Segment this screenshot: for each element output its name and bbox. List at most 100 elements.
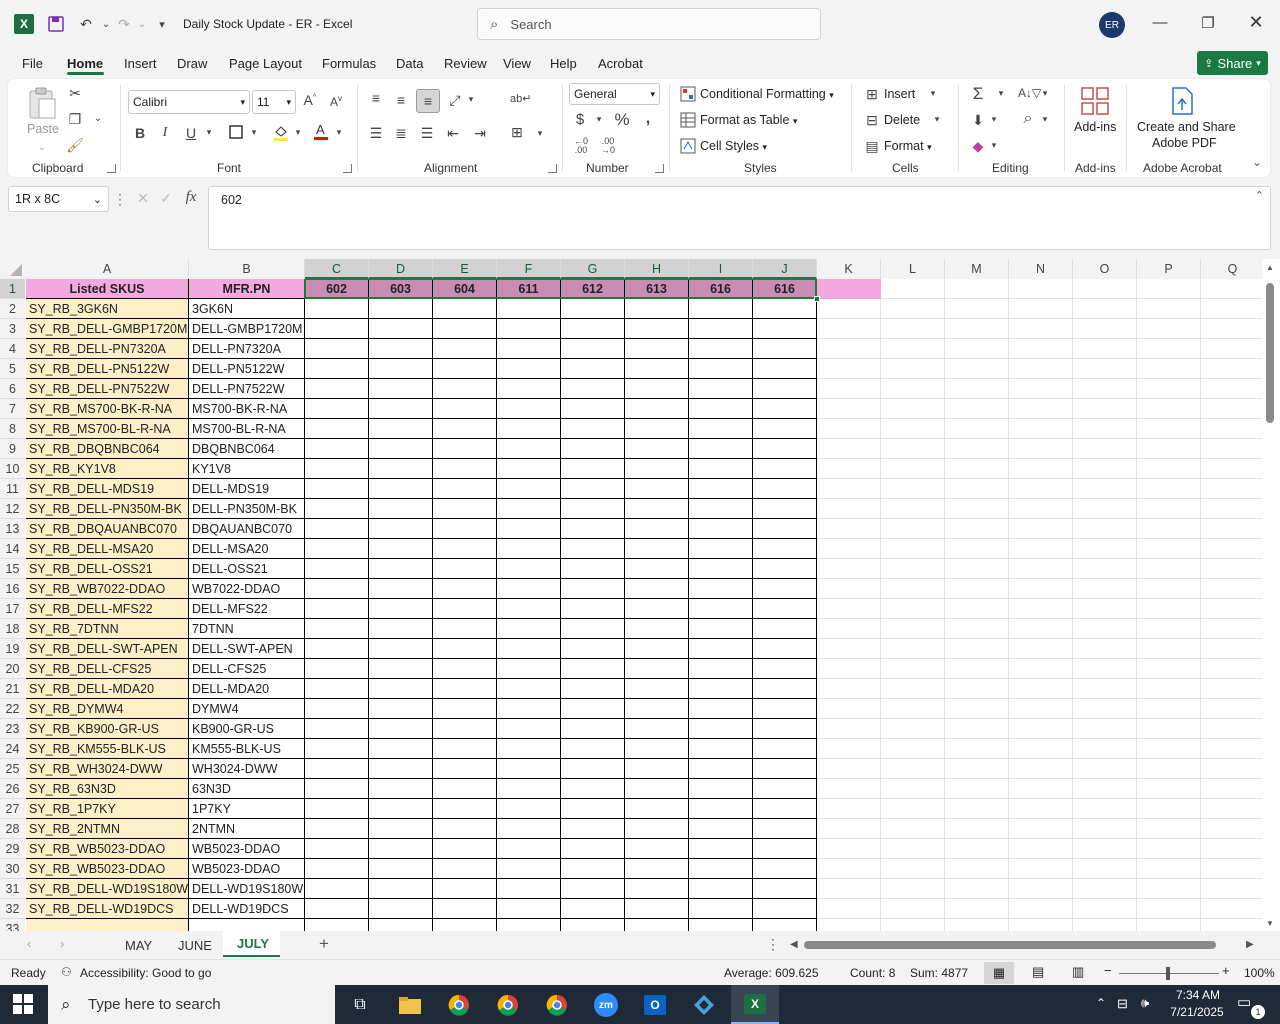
row-header-4[interactable]: 4	[0, 339, 25, 359]
mfr-pn-cell[interactable]: DELL-PN7320A	[189, 339, 305, 359]
row-header-28[interactable]: 28	[0, 819, 25, 839]
stock-cell[interactable]	[625, 599, 689, 619]
zoom-out-icon[interactable]: −	[1104, 963, 1112, 978]
stock-cell[interactable]	[433, 799, 497, 819]
stock-cell[interactable]	[625, 879, 689, 899]
stock-cell[interactable]	[561, 559, 625, 579]
borders-icon[interactable]	[227, 124, 245, 143]
stock-cell[interactable]	[369, 539, 433, 559]
stock-cell[interactable]	[305, 579, 369, 599]
customize-toolbar-icon[interactable]: ▾	[152, 14, 172, 34]
stock-cell[interactable]	[561, 519, 625, 539]
stock-cell[interactable]	[433, 339, 497, 359]
copy-icon[interactable]: ❐	[66, 111, 84, 128]
stock-cell[interactable]	[433, 659, 497, 679]
stock-cell[interactable]	[753, 419, 817, 439]
stock-cell[interactable]	[433, 899, 497, 919]
stock-cell[interactable]	[433, 379, 497, 399]
stock-cell[interactable]	[561, 659, 625, 679]
stock-cell[interactable]	[561, 879, 625, 899]
row-header-5[interactable]: 5	[0, 359, 25, 379]
stock-cell[interactable]	[497, 399, 561, 419]
stock-cell[interactable]	[625, 499, 689, 519]
format-as-table-button[interactable]: Format as Table ▾	[700, 113, 797, 127]
scroll-down-icon[interactable]: ▼	[1266, 919, 1274, 928]
stock-cell[interactable]	[561, 739, 625, 759]
stock-cell[interactable]	[689, 619, 753, 639]
page-break-view-icon[interactable]: ▥	[1072, 964, 1084, 980]
stock-cell[interactable]	[305, 559, 369, 579]
row-header-6[interactable]: 6	[0, 379, 25, 399]
sku-cell[interactable]: SY_RB_DBQBNBC064	[26, 439, 189, 459]
accessibility-icon[interactable]: ⚇	[61, 965, 72, 979]
stock-cell[interactable]	[625, 699, 689, 719]
font-color-dropdown-icon[interactable]: ▾	[334, 127, 344, 138]
row-header-27[interactable]: 27	[0, 799, 25, 819]
stock-cell[interactable]	[689, 739, 753, 759]
currency-dropdown-icon[interactable]: ▾	[594, 114, 604, 125]
next-sheet-icon[interactable]: ›	[60, 936, 64, 951]
tray-chevron-icon[interactable]: ⌃	[1096, 996, 1106, 1010]
sku-cell[interactable]: SY_RB_DELL-MDA20	[26, 679, 189, 699]
stock-cell[interactable]	[753, 519, 817, 539]
stock-cell[interactable]	[625, 839, 689, 859]
row-header-19[interactable]: 19	[0, 639, 25, 659]
stock-cell[interactable]	[369, 659, 433, 679]
wrap-text-icon[interactable]: ab↵	[510, 92, 531, 105]
stock-cell[interactable]	[625, 899, 689, 919]
stock-cell[interactable]	[689, 899, 753, 919]
sku-cell[interactable]: SY_RB_DELL-PN350M-BK	[26, 499, 189, 519]
stock-cell[interactable]	[625, 679, 689, 699]
stock-cell[interactable]	[369, 599, 433, 619]
stock-cell[interactable]	[625, 739, 689, 759]
font-name-dropdown[interactable]: Calibri ▾	[128, 90, 250, 114]
close-icon[interactable]: ✕	[1246, 12, 1266, 32]
stock-cell[interactable]	[561, 419, 625, 439]
stock-cell[interactable]	[561, 499, 625, 519]
stock-cell[interactable]	[433, 719, 497, 739]
stock-cell[interactable]	[625, 399, 689, 419]
stock-cell[interactable]	[433, 479, 497, 499]
stock-cell[interactable]	[497, 879, 561, 899]
column-header-a[interactable]: A	[26, 259, 189, 279]
sku-cell[interactable]: SY_RB_KM555-BLK-US	[26, 739, 189, 759]
stock-cell[interactable]	[305, 639, 369, 659]
decrease-font-icon[interactable]: Av	[327, 94, 345, 109]
tab-formulas[interactable]: Formulas	[322, 56, 376, 71]
prev-sheet-icon[interactable]: ‹	[27, 936, 31, 951]
mfr-pn-cell[interactable]: WB7022-DDAO	[189, 579, 305, 599]
mfr-pn-cell[interactable]: MS700-BL-R-NA	[189, 419, 305, 439]
stock-cell[interactable]	[369, 499, 433, 519]
stock-cell[interactable]	[689, 299, 753, 319]
sheet-tab-july-active[interactable]: JULY	[223, 931, 280, 957]
network-icon[interactable]: ⊟	[1117, 996, 1128, 1012]
mfr-pn-cell[interactable]: DELL-MDA20	[189, 679, 305, 699]
row-header-3[interactable]: 3	[0, 319, 25, 339]
scroll-right-icon[interactable]: ▶	[1246, 939, 1254, 950]
stock-cell[interactable]	[369, 619, 433, 639]
mfr-pn-cell[interactable]	[189, 919, 305, 931]
delete-dropdown-icon[interactable]: ▾	[932, 114, 942, 125]
row-header-21[interactable]: 21	[0, 679, 25, 699]
stock-cell[interactable]	[369, 679, 433, 699]
stock-cell[interactable]	[561, 299, 625, 319]
column-header-o[interactable]: O	[1073, 259, 1137, 279]
column-header-d[interactable]: D	[369, 259, 433, 279]
stock-cell[interactable]	[433, 839, 497, 859]
insert-cells-icon[interactable]: ⊞	[863, 86, 881, 103]
stock-cell[interactable]	[497, 719, 561, 739]
italic-button[interactable]: I	[157, 125, 173, 141]
stock-cell[interactable]	[561, 339, 625, 359]
stock-cell[interactable]	[433, 779, 497, 799]
stock-cell[interactable]	[305, 899, 369, 919]
stock-cell[interactable]	[369, 359, 433, 379]
sku-cell[interactable]: SY_RB_DYMW4	[26, 699, 189, 719]
stock-cell[interactable]	[689, 599, 753, 619]
column-header-h[interactable]: H	[625, 259, 689, 279]
row-header-23[interactable]: 23	[0, 719, 25, 739]
stock-cell[interactable]	[753, 459, 817, 479]
stock-cell[interactable]	[625, 639, 689, 659]
mfr-pn-cell[interactable]: DELL-OSS21	[189, 559, 305, 579]
cell-styles-button[interactable]: Cell Styles ▾	[700, 139, 767, 153]
stock-cell[interactable]	[753, 839, 817, 859]
